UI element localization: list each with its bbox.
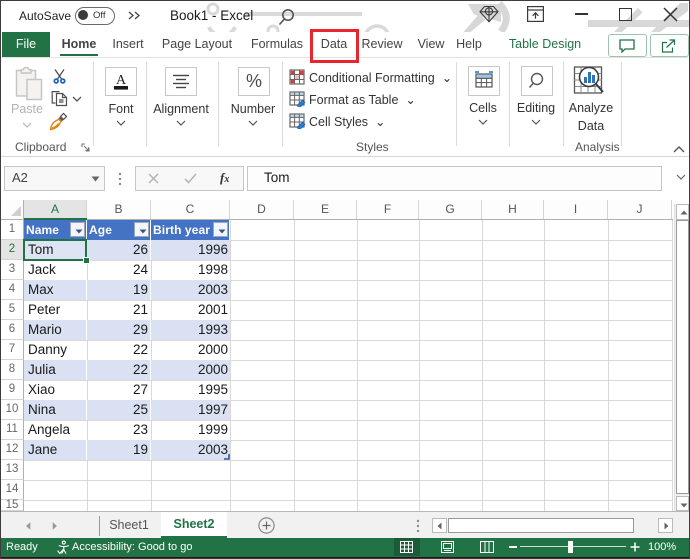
svg-text:A: A [116,73,127,88]
svg-text:%: % [246,71,262,91]
